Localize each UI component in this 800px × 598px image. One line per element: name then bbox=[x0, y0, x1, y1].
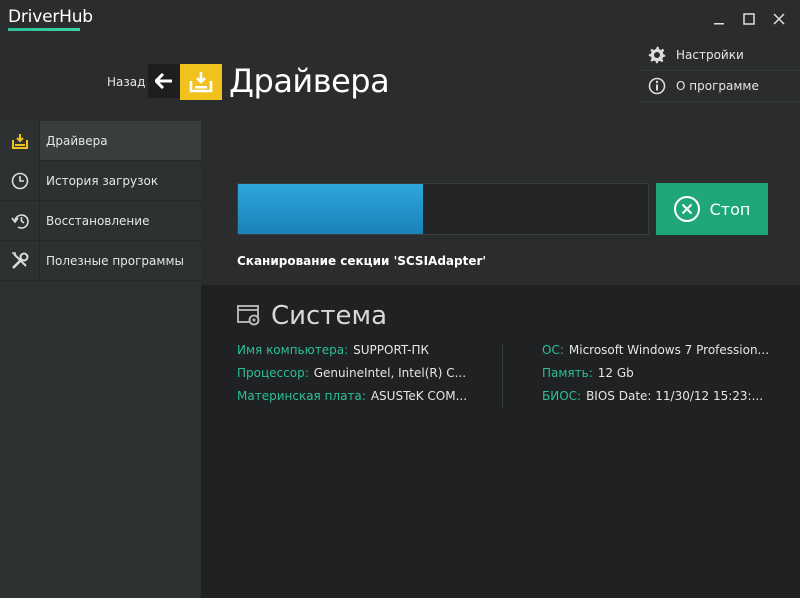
motherboard-row: Материнская плата: ASUSTeK COM... bbox=[237, 389, 467, 412]
logo-underline bbox=[8, 28, 80, 31]
close-icon bbox=[773, 13, 785, 25]
drive-icon bbox=[0, 120, 40, 161]
info-key: Имя компьютера: bbox=[237, 343, 349, 357]
close-circle-icon bbox=[673, 196, 700, 222]
settings-label: Настройки bbox=[676, 48, 744, 62]
info-icon bbox=[638, 77, 676, 95]
scan-panel: Стоп Сканирование секции 'SCSIAdapter' bbox=[201, 121, 800, 285]
sidebar-item-label: Восстановление bbox=[46, 213, 150, 228]
info-key: БИОС: bbox=[542, 389, 582, 403]
sidebar-item-restore[interactable]: Восстановление bbox=[0, 200, 201, 241]
main-content: Стоп Сканирование секции 'SCSIAdapter' С… bbox=[201, 121, 800, 598]
clock-icon bbox=[0, 160, 40, 201]
sidebar-item-history[interactable]: История загрузок bbox=[0, 160, 201, 201]
sidebar-item-label: Полезные программы bbox=[46, 253, 184, 268]
back-label[interactable]: Назад bbox=[107, 75, 145, 89]
app-logo: DriverHub bbox=[8, 7, 93, 27]
gear-icon bbox=[638, 46, 676, 64]
settings-link[interactable]: Настройки bbox=[638, 40, 800, 71]
page-title: Драйвера bbox=[229, 62, 390, 100]
progress-fill bbox=[238, 184, 423, 234]
info-key: Материнская плата: bbox=[237, 389, 366, 403]
sidebar-item-drivers[interactable]: Драйвера bbox=[0, 120, 201, 161]
sidebar-nav: Драйвера История загрузок Восстановление… bbox=[0, 120, 201, 281]
info-value: SUPPORT-ПК bbox=[353, 343, 430, 357]
sidebar-header: Назад bbox=[0, 40, 201, 121]
window-controls bbox=[712, 9, 786, 29]
sidebar-item-label: История загрузок bbox=[46, 173, 159, 188]
system-settings-icon bbox=[237, 305, 260, 326]
info-key: ОС: bbox=[542, 343, 564, 357]
page-drive-icon bbox=[180, 64, 222, 100]
info-value: 12 Gb bbox=[597, 366, 634, 380]
stop-button[interactable]: Стоп bbox=[656, 183, 768, 235]
arrow-left-icon bbox=[155, 73, 172, 89]
maximize-icon bbox=[743, 13, 755, 25]
about-label: О программе bbox=[676, 79, 759, 93]
computer-name-row: Имя компьютера: SUPPORT-ПК bbox=[237, 343, 467, 366]
system-title-label: Система bbox=[271, 301, 388, 331]
tools-icon bbox=[0, 240, 40, 281]
memory-row: Память: 12 Gb bbox=[542, 366, 769, 389]
system-info-right: ОС: Microsoft Windows 7 Profession... Па… bbox=[542, 343, 769, 412]
back-button[interactable] bbox=[148, 64, 180, 98]
minimize-button[interactable] bbox=[712, 9, 726, 29]
sidebar-item-label: Драйвера bbox=[46, 133, 108, 148]
header-menu: Настройки О программе bbox=[638, 40, 800, 102]
system-title: Система bbox=[237, 301, 387, 331]
sidebar-item-tools[interactable]: Полезные программы bbox=[0, 240, 201, 281]
bios-row: БИОС: BIOS Date: 11/30/12 15:23:... bbox=[542, 389, 769, 412]
os-row: ОС: Microsoft Windows 7 Profession... bbox=[542, 343, 769, 366]
title-bar: DriverHub bbox=[0, 0, 800, 40]
scan-status-text: Сканирование секции 'SCSIAdapter' bbox=[237, 254, 487, 268]
scan-progress-bar bbox=[237, 183, 649, 235]
minimize-icon bbox=[714, 23, 724, 25]
info-key: Память: bbox=[542, 366, 593, 380]
info-value: BIOS Date: 11/30/12 15:23:... bbox=[586, 389, 764, 403]
page-header: Драйвера Настройки О программе bbox=[180, 40, 800, 121]
info-key: Процессор: bbox=[237, 366, 309, 380]
info-value: GenuineIntel, Intel(R) C... bbox=[313, 366, 467, 380]
about-link[interactable]: О программе bbox=[638, 71, 800, 102]
info-value: Microsoft Windows 7 Profession... bbox=[568, 343, 770, 357]
processor-row: Процессор: GenuineIntel, Intel(R) C... bbox=[237, 366, 467, 389]
close-button[interactable] bbox=[772, 9, 786, 29]
column-divider bbox=[502, 345, 503, 407]
maximize-button[interactable] bbox=[742, 9, 756, 29]
sidebar: Назад Драйвера История загрузок Восстано… bbox=[0, 40, 201, 598]
info-value: ASUSTeK COM... bbox=[370, 389, 468, 403]
stop-label: Стоп bbox=[709, 199, 751, 219]
restore-icon bbox=[0, 200, 40, 241]
system-info-left: Имя компьютера: SUPPORT-ПК Процессор: Ge… bbox=[237, 343, 467, 412]
